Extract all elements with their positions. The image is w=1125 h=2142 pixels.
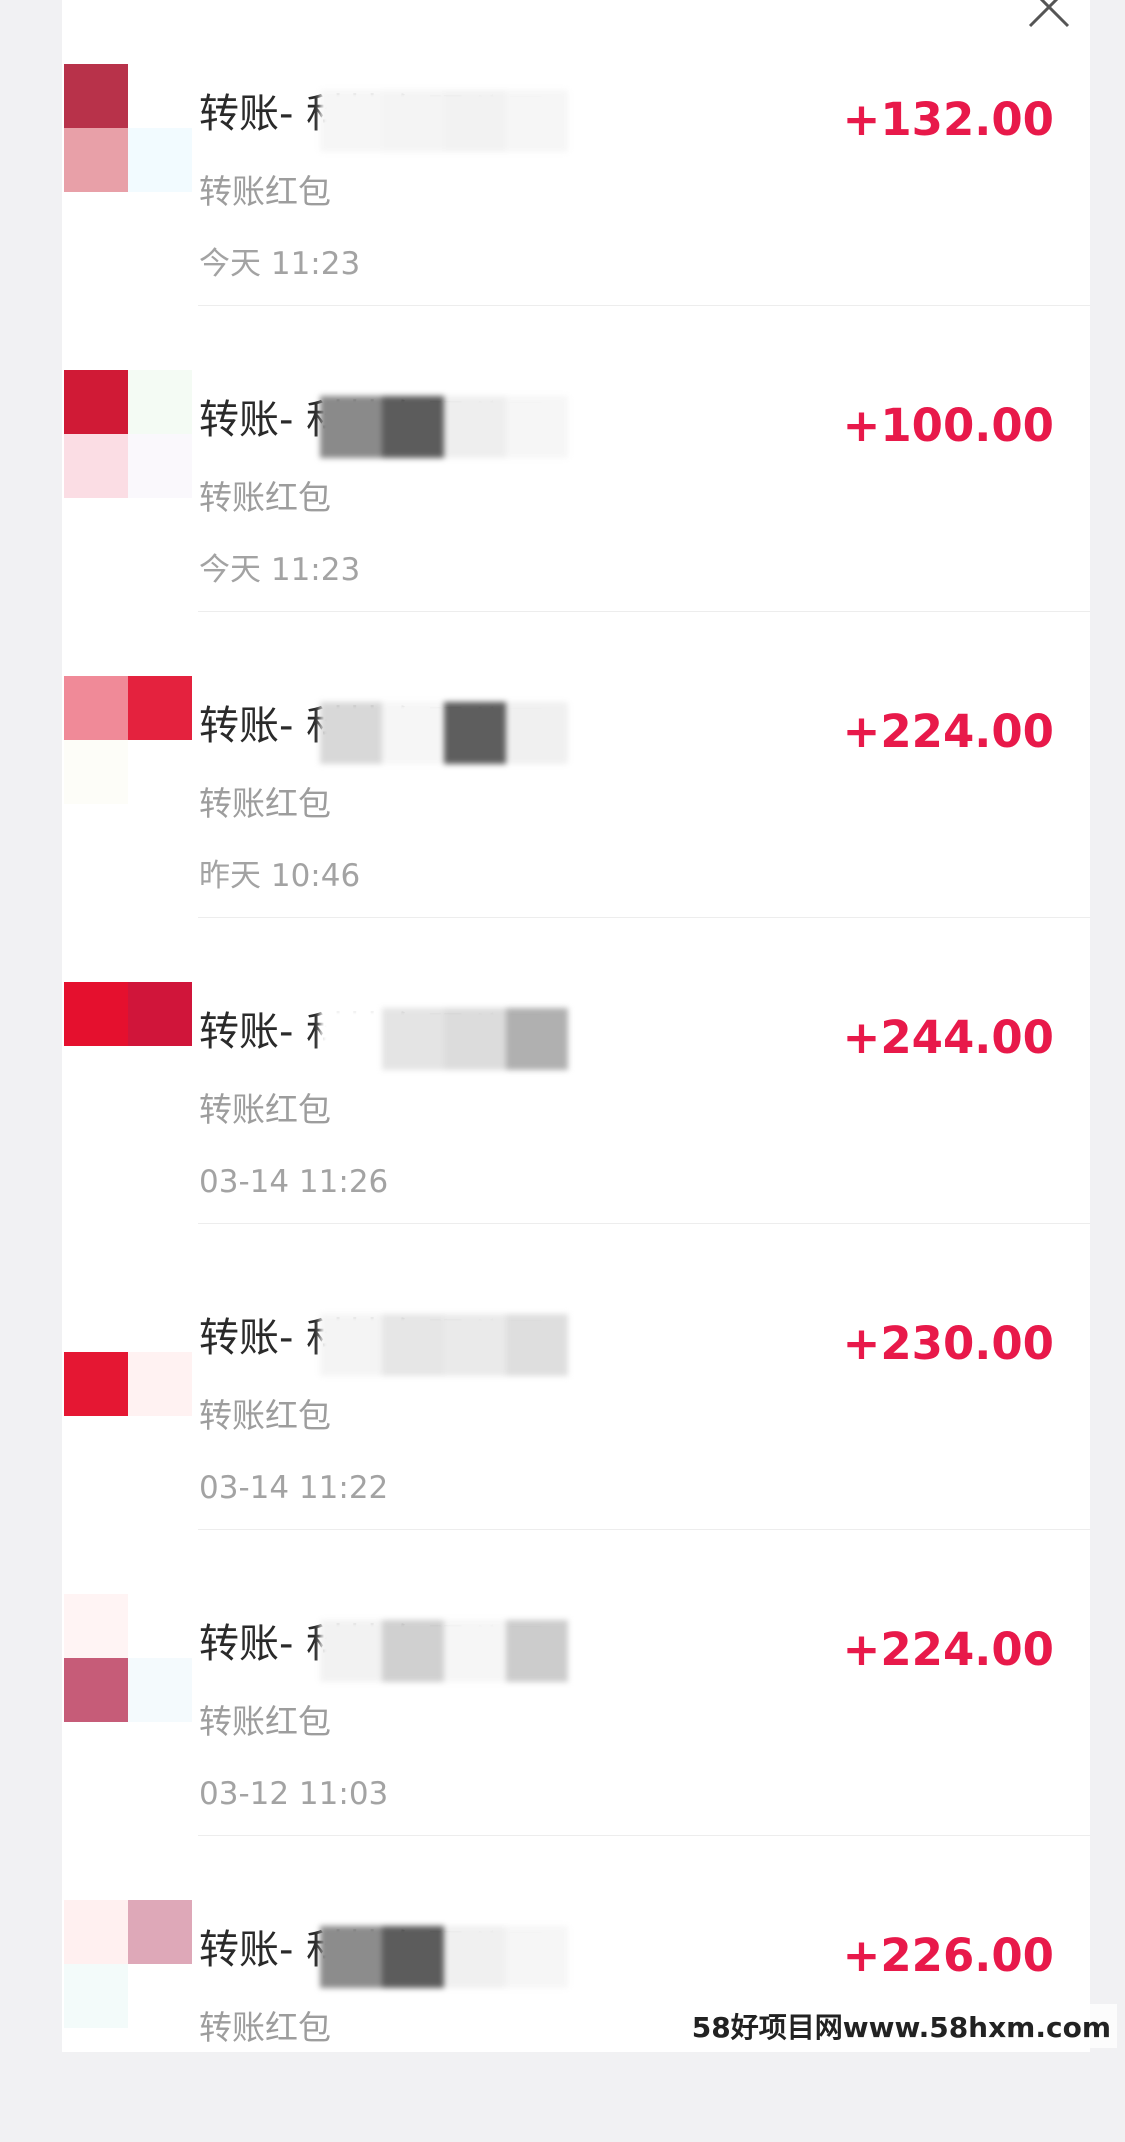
- transaction-subtitle: 转账红包: [199, 478, 331, 517]
- transaction-list: 转账- 科技有限公司 转账红包 今天 11:23 +132.00 转账- 科技有…: [62, 0, 1090, 2142]
- redaction-blur: [320, 1926, 568, 1988]
- transaction-time: 03-14 11:22: [199, 1470, 389, 1506]
- redaction-blur: [320, 1008, 568, 1070]
- avatar-tile: [64, 1288, 128, 1352]
- avatar-tile: [64, 434, 128, 498]
- avatar-tile: [128, 982, 192, 1046]
- avatar-tile: [64, 1046, 128, 1110]
- transaction-row[interactable]: 转账- 科技有限公司 转账红包 昨天 10:46 +224.00: [62, 612, 1090, 918]
- transaction-amount: +132.00: [842, 93, 1054, 146]
- avatar-tile: [128, 1288, 192, 1352]
- transaction-row[interactable]: 转账- 科技有限公司 转账红包 03-14 11:22 +230.00: [62, 1224, 1090, 1530]
- transaction-subtitle: 转账红包: [199, 1090, 331, 1129]
- transaction-amount: +100.00: [842, 399, 1054, 452]
- redaction-blur: [320, 1620, 592, 1682]
- avatar-tile: [64, 128, 128, 192]
- transaction-subtitle: 转账红包: [199, 784, 331, 823]
- avatar-tile: [64, 1900, 128, 1964]
- redaction-blur: [320, 396, 568, 458]
- transaction-row[interactable]: 转账- 科技有限公司 转账红包 今天 11:23 +100.00: [62, 306, 1090, 612]
- redaction-blur: [320, 90, 568, 152]
- transaction-time: 03-14 11:26: [199, 1164, 389, 1200]
- avatar: [64, 1594, 192, 1722]
- avatar-tile: [128, 676, 192, 740]
- avatar-tile: [128, 370, 192, 434]
- avatar-tile: [64, 1964, 128, 2028]
- transaction-subtitle: 转账红包: [199, 1396, 331, 1435]
- avatar-tile: [128, 64, 192, 128]
- avatar-tile: [64, 64, 128, 128]
- avatar-tile: [128, 434, 192, 498]
- transaction-amount: +226.00: [842, 1929, 1054, 1982]
- avatar-tile: [64, 1594, 128, 1658]
- transaction-subtitle: 转账红包: [199, 2008, 331, 2047]
- avatar-tile: [128, 1964, 192, 2028]
- watermark: 58好项目网www.58hxm.com: [685, 2004, 1117, 2048]
- redaction-blur: [320, 702, 568, 764]
- avatar: [64, 370, 192, 498]
- transaction-amount: +230.00: [842, 1317, 1054, 1370]
- transaction-row[interactable]: 转账- 科技有限公司 转账红包 今天 11:23 +132.00: [62, 0, 1090, 306]
- transaction-time: 今天 11:23: [199, 552, 361, 588]
- avatar-tile: [128, 740, 192, 804]
- avatar-tile: [64, 676, 128, 740]
- avatar-tile: [128, 1900, 192, 1964]
- avatar: [64, 64, 192, 192]
- avatar-tile: [128, 1658, 192, 1722]
- redaction-blur: [320, 1314, 568, 1376]
- transaction-subtitle: 转账红包: [199, 1702, 331, 1741]
- transaction-time: 今天 11:23: [199, 246, 361, 282]
- avatar-tile: [64, 370, 128, 434]
- avatar-tile: [64, 740, 128, 804]
- transaction-row[interactable]: 转账- 科技有限公司 转账红包 03-12 11:03 +224.00: [62, 1530, 1090, 1836]
- avatar: [64, 676, 192, 804]
- transaction-row[interactable]: 转账- 科技有限公司 转账红包 +226.00: [62, 1836, 1090, 2142]
- transaction-amount: +244.00: [842, 1011, 1054, 1064]
- avatar-tile: [128, 1046, 192, 1110]
- avatar: [64, 982, 192, 1110]
- transaction-amount: +224.00: [842, 705, 1054, 758]
- transaction-amount: +224.00: [842, 1623, 1054, 1676]
- avatar-tile: [128, 128, 192, 192]
- avatar-tile: [64, 982, 128, 1046]
- avatar-tile: [128, 1352, 192, 1416]
- avatar-tile: [128, 1594, 192, 1658]
- transaction-time: 昨天 10:46: [199, 858, 361, 894]
- transaction-row[interactable]: 转账- 科技有限公司 转账红包 03-14 11:26 +244.00: [62, 918, 1090, 1224]
- avatar: [64, 1900, 192, 2028]
- avatar-tile: [64, 1658, 128, 1722]
- transaction-subtitle: 转账红包: [199, 172, 331, 211]
- transaction-sheet: 转账- 科技有限公司 转账红包 今天 11:23 +132.00 转账- 科技有…: [62, 0, 1090, 2052]
- avatar: [64, 1288, 192, 1416]
- avatar-tile: [64, 1352, 128, 1416]
- transaction-time: 03-12 11:03: [199, 1776, 389, 1812]
